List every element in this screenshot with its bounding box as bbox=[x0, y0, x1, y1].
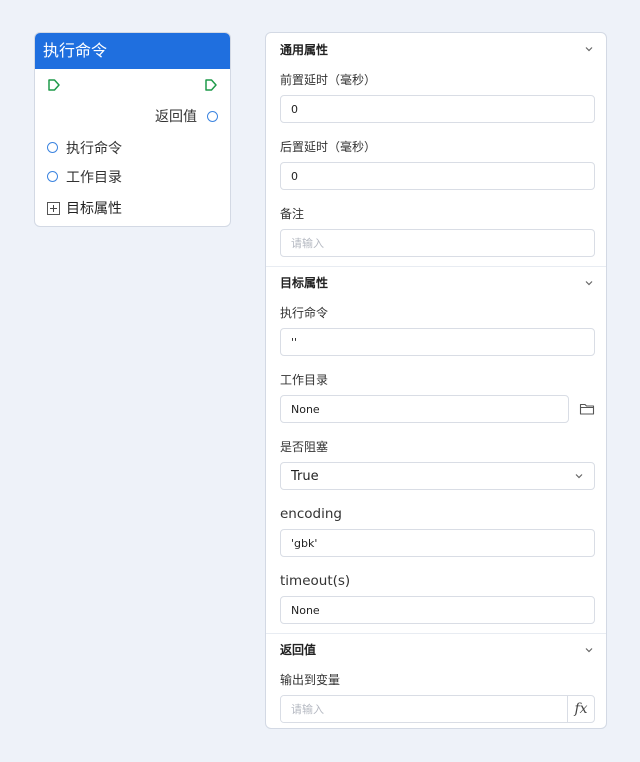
property-panel: 通用属性 前置延时（毫秒） 后置延时（毫秒） 备注 目标属性 执行命令 工作目录… bbox=[265, 32, 607, 729]
input-port-label: 执行命令 bbox=[66, 140, 122, 157]
field-label: timeout(s) bbox=[280, 573, 351, 589]
command-node[interactable]: 执行命令 返回值 执行命令 工作目录 目标属性 bbox=[34, 32, 231, 227]
output-port-icon[interactable] bbox=[207, 110, 218, 122]
field-label: 后置延时（毫秒） bbox=[280, 140, 377, 154]
output-port-label: 返回值 bbox=[155, 109, 197, 125]
timeout-input[interactable] bbox=[280, 596, 595, 624]
section-general-header[interactable]: 通用属性 bbox=[266, 33, 606, 65]
field-label: 前置延时（毫秒） bbox=[280, 73, 377, 87]
chevron-down-icon[interactable] bbox=[584, 645, 594, 655]
section-return-header[interactable]: 返回值 bbox=[266, 633, 606, 665]
expand-label: 目标属性 bbox=[66, 201, 122, 217]
folder-icon bbox=[579, 403, 595, 415]
field-label: 执行命令 bbox=[280, 306, 329, 320]
field-label: encoding bbox=[280, 506, 342, 522]
field-label: 是否阻塞 bbox=[280, 440, 329, 454]
input-port-icon[interactable] bbox=[47, 171, 58, 182]
chevron-down-icon bbox=[575, 474, 583, 479]
input-port-icon[interactable] bbox=[47, 142, 58, 153]
blocking-value: True bbox=[291, 468, 319, 484]
section-title: 目标属性 bbox=[280, 276, 329, 290]
fx-button[interactable]: fx bbox=[567, 696, 594, 722]
section-title: 通用属性 bbox=[280, 42, 329, 57]
encoding-input[interactable] bbox=[280, 529, 595, 557]
remark-input[interactable] bbox=[280, 229, 595, 257]
section-target-header[interactable]: 目标属性 bbox=[266, 266, 606, 298]
flow-port-row bbox=[35, 69, 230, 99]
output-variable-field: fx bbox=[280, 695, 595, 723]
chevron-down-icon[interactable] bbox=[584, 278, 594, 288]
chevron-down-icon[interactable] bbox=[584, 44, 594, 54]
expand-target-properties[interactable]: 目标属性 bbox=[35, 191, 230, 225]
flow-in-port-icon[interactable] bbox=[47, 78, 61, 92]
command-input[interactable] bbox=[280, 328, 595, 356]
folder-browse-button[interactable] bbox=[569, 395, 595, 423]
input-port-row: 执行命令 bbox=[35, 133, 230, 162]
flow-out-port-icon[interactable] bbox=[204, 78, 218, 92]
input-port-label: 工作目录 bbox=[66, 169, 122, 186]
input-port-row: 工作目录 bbox=[35, 162, 230, 191]
workdir-input[interactable] bbox=[280, 395, 570, 423]
post-delay-input[interactable] bbox=[280, 162, 595, 190]
blocking-select[interactable]: True bbox=[280, 462, 595, 490]
pre-delay-input[interactable] bbox=[280, 95, 595, 123]
output-port-row: 返回值 bbox=[35, 99, 230, 133]
section-title: 返回值 bbox=[280, 643, 317, 657]
field-label: 输出到变量 bbox=[280, 673, 341, 687]
node-title: 执行命令 bbox=[35, 33, 230, 69]
field-label: 工作目录 bbox=[280, 373, 329, 387]
expand-plus-icon[interactable] bbox=[47, 201, 60, 215]
field-label: 备注 bbox=[280, 207, 305, 221]
output-variable-input[interactable] bbox=[281, 696, 567, 722]
